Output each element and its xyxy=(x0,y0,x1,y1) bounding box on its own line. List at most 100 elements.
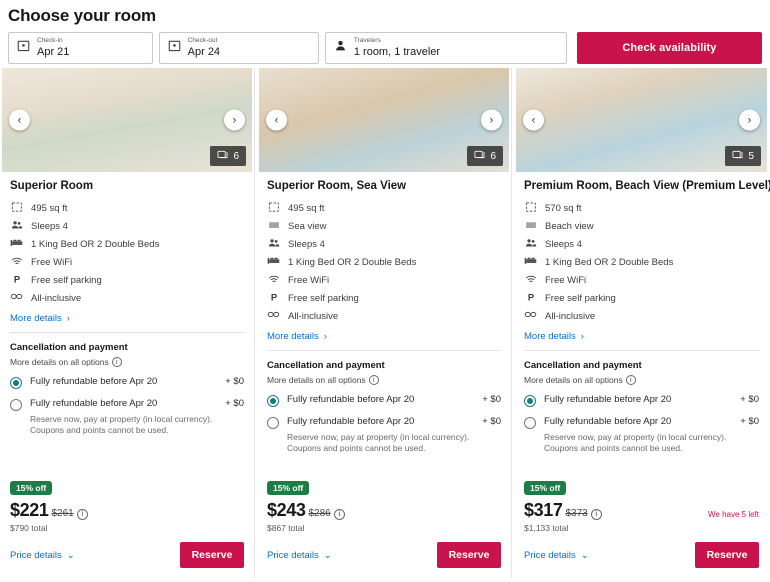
chevron-down-icon: ⌄ xyxy=(581,550,589,561)
radio-button[interactable] xyxy=(10,377,22,389)
info-icon[interactable]: i xyxy=(112,357,122,367)
price-details-link[interactable]: Price details ⌄ xyxy=(267,550,332,561)
carousel-prev-button[interactable]: ‹ xyxy=(9,110,30,131)
payment-option-note: Reserve now, pay at property (in local c… xyxy=(10,414,225,437)
cancellation-more-details-link[interactable]: More details on all options i xyxy=(10,357,244,367)
amenity-item: Free WiFi xyxy=(10,255,244,269)
amenity-label: Sleeps 4 xyxy=(545,239,582,250)
cancellation-more-details-label: More details on all options xyxy=(524,375,623,385)
reserve-button[interactable]: Reserve xyxy=(437,542,501,568)
room-cards: ‹ › 6 Superior Room 495 sq ftSleeps 41 K… xyxy=(0,64,770,578)
radio-button[interactable] xyxy=(267,417,279,429)
price-total: $790 total xyxy=(10,523,244,533)
svg-text:P: P xyxy=(270,292,276,302)
room-gallery[interactable]: ‹ › 6 xyxy=(2,68,252,172)
more-details-link[interactable]: More details › xyxy=(10,313,244,324)
photo-count-badge[interactable]: 6 xyxy=(467,146,503,166)
cancellation-section: Cancellation and payment More details on… xyxy=(0,333,254,437)
amenity-label: 495 sq ft xyxy=(31,203,67,214)
carousel-next-button[interactable]: › xyxy=(481,110,502,131)
travelers-field[interactable]: Travelers 1 room, 1 traveler xyxy=(325,32,567,64)
amenity-item: All-inclusive xyxy=(524,309,759,323)
carousel-prev-button[interactable]: ‹ xyxy=(523,110,544,131)
payment-option-row[interactable]: Fully refundable before Apr 20+ $0 xyxy=(10,376,244,389)
photos-icon xyxy=(474,149,485,163)
more-details-label: More details xyxy=(524,331,576,342)
checkout-label: Check-out xyxy=(188,38,220,45)
cancellation-title: Cancellation and payment xyxy=(524,360,759,371)
price-original: $261 xyxy=(51,508,73,519)
price-info-icon[interactable]: i xyxy=(591,509,602,520)
radio-button[interactable] xyxy=(524,395,536,407)
amenity-item: Sleeps 4 xyxy=(267,237,501,251)
room-gallery[interactable]: ‹ › 6 xyxy=(259,68,509,172)
room-card: ‹ › 5 Premium Room, Beach View (Premium … xyxy=(514,68,769,578)
cancellation-section: Cancellation and payment More details on… xyxy=(257,351,511,455)
amenity-label: All-inclusive xyxy=(288,311,338,322)
payment-option[interactable]: Fully refundable before Apr 20+ $0Reserv… xyxy=(267,416,501,455)
room-gallery[interactable]: ‹ › 5 xyxy=(516,68,767,172)
view-icon xyxy=(267,219,280,234)
amenity-item: 1 King Bed OR 2 Double Beds xyxy=(267,255,501,269)
payment-option-price: + $0 xyxy=(740,416,759,427)
price-footer: Price details ⌄ Reserve xyxy=(524,542,759,568)
amenity-label: 1 King Bed OR 2 Double Beds xyxy=(545,257,673,268)
checkin-field[interactable]: Check-in Apr 21 xyxy=(8,32,153,64)
radio-button[interactable] xyxy=(267,395,279,407)
carousel-prev-button[interactable]: ‹ xyxy=(266,110,287,131)
page-title: Choose your room xyxy=(0,0,770,26)
payment-option[interactable]: Fully refundable before Apr 20+ $0 Reserv… xyxy=(10,398,244,437)
amenity-label: Sleeps 4 xyxy=(31,221,68,232)
photo-count-value: 6 xyxy=(490,151,496,162)
radio-button[interactable] xyxy=(10,399,22,411)
cancellation-more-details-link[interactable]: More details on all options i xyxy=(524,375,759,385)
payment-option-row[interactable]: Fully refundable before Apr 20+ $0 xyxy=(267,416,501,429)
price-details-link[interactable]: Price details ⌄ xyxy=(10,550,75,561)
chevron-down-icon: ⌄ xyxy=(324,550,332,561)
discount-badge: 15% off xyxy=(267,481,309,495)
floorplan-icon xyxy=(524,201,537,216)
payment-option-row[interactable]: Fully refundable before Apr 20+ $0 xyxy=(10,398,244,411)
more-details-link[interactable]: More details › xyxy=(524,331,759,342)
carousel-next-button[interactable]: › xyxy=(739,110,760,131)
amenity-label: 1 King Bed OR 2 Double Beds xyxy=(31,239,159,250)
price-section: 15% off $221 $261 i $790 total Price det… xyxy=(0,478,254,578)
floorplan-icon xyxy=(10,201,23,216)
carousel-next-button[interactable]: › xyxy=(224,110,245,131)
cancellation-more-details-label: More details on all options xyxy=(267,375,366,385)
photos-icon xyxy=(732,149,743,163)
payment-option-row[interactable]: Fully refundable before Apr 20+ $0 xyxy=(267,394,501,407)
reserve-button[interactable]: Reserve xyxy=(180,542,244,568)
photo-count-badge[interactable]: 6 xyxy=(210,146,246,166)
price-original: $373 xyxy=(565,508,587,519)
price-current: $317 xyxy=(524,500,562,521)
payment-option[interactable]: Fully refundable before Apr 20+ $0 xyxy=(524,394,759,407)
info-icon[interactable]: i xyxy=(626,375,636,385)
payment-option[interactable]: Fully refundable before Apr 20+ $0 xyxy=(10,376,244,389)
bed-icon xyxy=(267,254,280,270)
amenity-label: Free self parking xyxy=(545,293,616,304)
payment-option[interactable]: Fully refundable before Apr 20+ $0Reserv… xyxy=(524,416,759,455)
price-details-link[interactable]: Price details ⌄ xyxy=(524,550,589,561)
price-info-icon[interactable]: i xyxy=(77,509,88,520)
svg-text:P: P xyxy=(527,292,533,302)
check-availability-button[interactable]: Check availability xyxy=(577,32,762,64)
photo-count-badge[interactable]: 5 xyxy=(725,146,761,166)
radio-button[interactable] xyxy=(524,417,536,429)
amenity-item: Sleeps 4 xyxy=(10,219,244,233)
room-info: Superior Room, Sea View 495 sq ftSea vie… xyxy=(257,172,511,351)
checkout-field[interactable]: Check-out Apr 24 xyxy=(159,32,319,64)
room-title: Superior Room, Sea View xyxy=(267,180,501,192)
payment-option-row[interactable]: Fully refundable before Apr 20+ $0 xyxy=(524,416,759,429)
more-details-link[interactable]: More details › xyxy=(267,331,501,342)
info-icon[interactable]: i xyxy=(369,375,379,385)
all-inclusive-icon xyxy=(524,308,537,324)
cancellation-more-details-link[interactable]: More details on all options i xyxy=(267,375,501,385)
payment-option-row[interactable]: Fully refundable before Apr 20+ $0 xyxy=(524,394,759,407)
cancellation-title: Cancellation and payment xyxy=(267,360,501,371)
price-info-icon[interactable]: i xyxy=(334,509,345,520)
more-details-label: More details xyxy=(10,313,62,324)
payment-option[interactable]: Fully refundable before Apr 20+ $0 xyxy=(267,394,501,407)
payment-option-price: + $0 xyxy=(482,416,501,427)
reserve-button[interactable]: Reserve xyxy=(695,542,759,568)
